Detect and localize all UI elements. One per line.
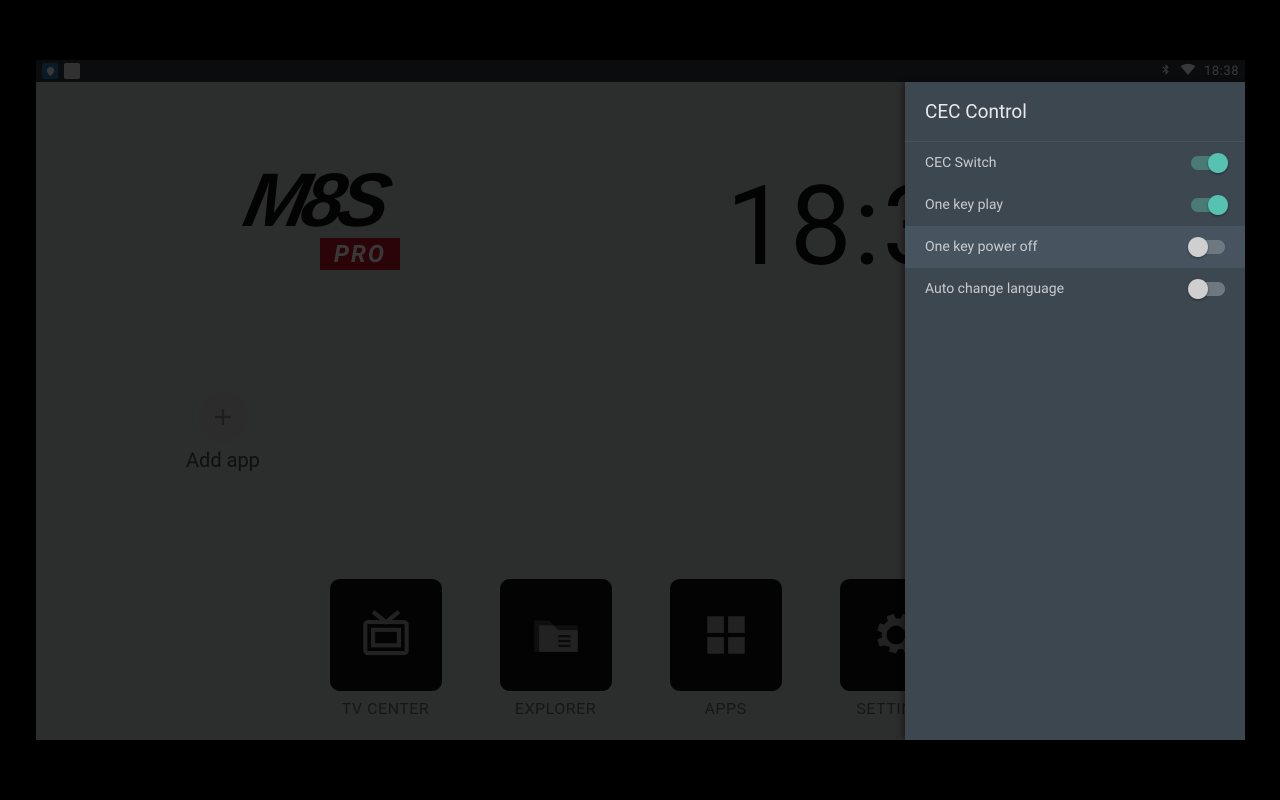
one-key-play-row[interactable]: One key play xyxy=(905,184,1245,226)
panel-title: CEC Control xyxy=(905,82,1245,142)
row-label: CEC Switch xyxy=(925,155,997,171)
row-label: Auto change language xyxy=(925,281,1064,297)
row-label: One key power off xyxy=(925,239,1037,255)
toggle-switch[interactable] xyxy=(1191,282,1225,296)
row-label: One key play xyxy=(925,197,1003,213)
toggle-switch[interactable] xyxy=(1191,198,1225,212)
toggle-switch[interactable] xyxy=(1191,156,1225,170)
cec-switch-row[interactable]: CEC Switch xyxy=(905,142,1245,184)
cec-control-panel: CEC Control CEC Switch One key play One … xyxy=(905,82,1245,740)
auto-change-language-row[interactable]: Auto change language xyxy=(905,268,1245,310)
toggle-switch[interactable] xyxy=(1191,240,1225,254)
one-key-power-off-row[interactable]: One key power off xyxy=(905,226,1245,268)
